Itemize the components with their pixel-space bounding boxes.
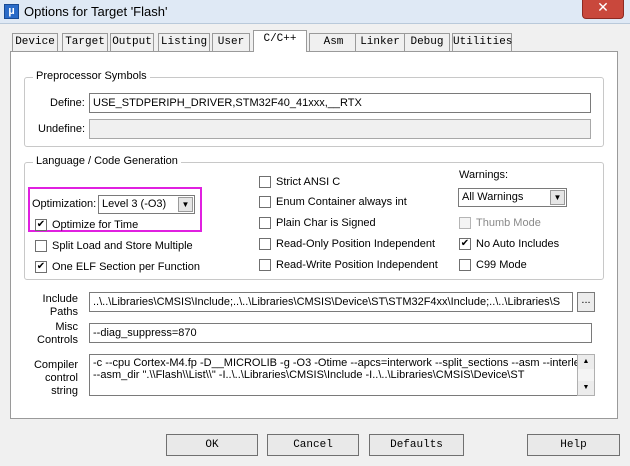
checkbox-box: [459, 217, 471, 229]
compiler-string-scrollbar[interactable]: ▲ ▼: [577, 354, 595, 396]
misc-controls-label: Misc Controls: [26, 321, 78, 347]
check-icon: ✔: [459, 238, 471, 250]
checkbox-box: [259, 238, 271, 250]
tab-utilities[interactable]: Utilities: [452, 33, 512, 51]
tab-asm[interactable]: Asm: [309, 33, 358, 51]
include-paths-label: Include Paths: [26, 293, 78, 319]
include-paths-input[interactable]: ..\..\Libraries\CMSIS\Include;..\..\Libr…: [89, 292, 573, 312]
misc-label-line2: Controls: [37, 334, 78, 346]
include-label-line1: Include: [42, 293, 78, 305]
optimization-select[interactable]: Level 3 (-O3) ▼: [98, 195, 195, 214]
window-title: Options for Target 'Flash': [24, 4, 168, 19]
ropi-label: Read-Only Position Independent: [276, 238, 435, 250]
scroll-down-icon[interactable]: ▼: [578, 381, 594, 395]
optimize-for-time-label: Optimize for Time: [52, 219, 139, 231]
include-browse-button[interactable]: ...: [577, 292, 595, 312]
undefine-label: Undefine:: [38, 123, 86, 135]
define-label: Define:: [50, 97, 85, 109]
tab-debug[interactable]: Debug: [404, 33, 450, 51]
plain-char-signed-label: Plain Char is Signed: [276, 217, 376, 229]
rwpi-label: Read-Write Position Independent: [276, 259, 438, 271]
tab-device[interactable]: Device: [12, 33, 58, 51]
compiler-label-line1: Compiler: [33, 359, 78, 371]
ok-button[interactable]: OK: [166, 434, 258, 456]
misc-controls-input[interactable]: --diag_suppress=870: [89, 323, 592, 343]
optimization-value: Level 3 (-O3): [102, 198, 167, 210]
tab-user[interactable]: User: [212, 33, 250, 51]
undefine-input[interactable]: [89, 119, 591, 139]
compiler-label-line3: string: [51, 385, 78, 397]
enum-container-label: Enum Container always int: [276, 196, 407, 208]
define-input[interactable]: USE_STDPERIPH_DRIVER,STM32F40_41xxx,__RT…: [89, 93, 591, 113]
check-icon: ✔: [35, 219, 47, 231]
tab-listing[interactable]: Listing: [158, 33, 210, 51]
help-button[interactable]: Help: [527, 434, 620, 456]
close-icon: ✕: [597, 0, 609, 16]
optimization-label: Optimization:: [32, 198, 97, 210]
chevron-down-icon: ▼: [550, 190, 565, 205]
strict-ansi-c-label: Strict ANSI C: [276, 176, 341, 188]
cancel-button[interactable]: Cancel: [267, 434, 359, 456]
tab-target[interactable]: Target: [62, 33, 108, 51]
checkbox-box: [259, 196, 271, 208]
c99-mode-label: C99 Mode: [476, 259, 527, 271]
tab-linker[interactable]: Linker: [355, 33, 405, 51]
thumb-mode-label: Thumb Mode: [476, 217, 541, 229]
compiler-control-string-label: Compiler control string: [26, 359, 78, 398]
uvision-app-icon: µ: [4, 4, 19, 19]
chevron-down-icon: ▼: [178, 197, 193, 212]
warnings-value: All Warnings: [462, 191, 524, 203]
split-load-store-label: Split Load and Store Multiple: [52, 240, 193, 252]
checkbox-box: [259, 259, 271, 271]
no-auto-includes-label: No Auto Includes: [476, 238, 560, 250]
title-bar: µ Options for Target 'Flash' ✕: [0, 0, 630, 24]
misc-label-line1: Misc: [55, 321, 78, 333]
scroll-up-icon[interactable]: ▲: [578, 355, 594, 369]
tab-output[interactable]: Output: [110, 33, 154, 51]
checkbox-box: [259, 217, 271, 229]
language-group-title: Language / Code Generation: [33, 155, 181, 167]
preprocessor-group-title: Preprocessor Symbols: [33, 70, 150, 82]
compiler-label-line2: control: [44, 372, 78, 384]
checkbox-box: [259, 176, 271, 188]
warnings-select[interactable]: All Warnings ▼: [458, 188, 567, 207]
close-window-button[interactable]: ✕: [582, 0, 624, 19]
tab-c-cpp[interactable]: C/C++: [253, 30, 307, 52]
defaults-button[interactable]: Defaults: [369, 434, 464, 456]
check-icon: ✔: [35, 261, 47, 273]
one-elf-section-label: One ELF Section per Function: [52, 261, 200, 273]
checkbox-box: [35, 240, 47, 252]
include-label-line2: Paths: [49, 306, 78, 318]
checkbox-box: [459, 259, 471, 271]
warnings-label: Warnings:: [459, 169, 509, 181]
compiler-control-string-text[interactable]: -c --cpu Cortex-M4.fp -D__MICROLIB -g -O…: [89, 354, 578, 396]
